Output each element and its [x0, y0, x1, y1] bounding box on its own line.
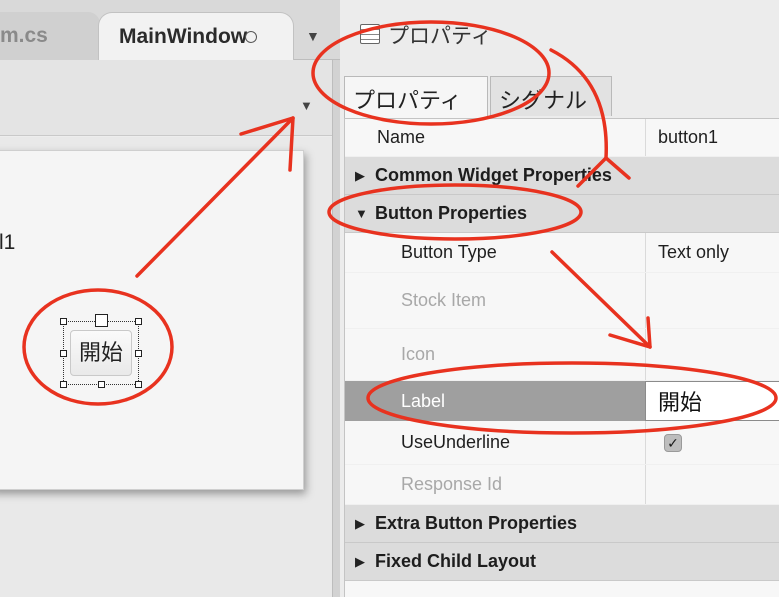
panel-header: プロパティ — [340, 0, 779, 74]
property-list-icon — [360, 24, 380, 44]
properties-pane: プロパティ プロパティ シグナル Name button1 ▶ Common Wi… — [340, 0, 779, 597]
property-name: Response Id — [401, 474, 503, 494]
use-underline-checkbox[interactable]: ✓ — [664, 433, 682, 452]
panel-title: プロパティ — [388, 25, 492, 48]
tab-form-cs[interactable]: m.cs — [0, 12, 100, 60]
icon-value — [645, 329, 779, 380]
property-row-stock-item: Stock Item — [345, 273, 779, 329]
resize-handle[interactable] — [135, 350, 142, 357]
resize-handle[interactable] — [98, 381, 105, 388]
name-value-field[interactable]: button1 — [645, 119, 779, 156]
button-type-select[interactable]: Text only — [645, 233, 779, 272]
designer-toolbar: ▼ — [0, 60, 332, 136]
tab-label: MainWindow — [119, 25, 248, 48]
group-common-widget-properties[interactable]: ▶ Common Widget Properties — [345, 157, 779, 195]
collapse-arrow-icon[interactable]: ▼ — [355, 206, 375, 221]
property-name: Button Type — [401, 242, 497, 262]
group-label: Button Properties — [375, 203, 528, 223]
label-value-input[interactable]: 開始 — [645, 381, 779, 421]
group-label: Extra Button Properties — [375, 513, 578, 533]
property-row-response-id: Response Id — [345, 465, 779, 505]
chevron-down-icon[interactable]: ▼ — [306, 28, 320, 44]
button-selection-frame[interactable]: 開始 — [60, 314, 142, 388]
property-row-name[interactable]: Name button1 — [345, 119, 779, 157]
resize-handle[interactable] — [60, 381, 67, 388]
property-row-icon: Icon — [345, 329, 779, 381]
tab-label: m.cs — [0, 24, 48, 47]
tab-mainwindow[interactable]: MainWindow — [98, 12, 294, 60]
resize-handle[interactable] — [95, 314, 108, 327]
resize-handle[interactable] — [135, 318, 142, 325]
property-grid: Name button1 ▶ Common Widget Properties ▼… — [344, 118, 779, 597]
tab-signals[interactable]: シグナル — [490, 76, 612, 116]
property-row-label[interactable]: Label 開始 — [345, 381, 779, 421]
label-widget[interactable]: l1 — [0, 231, 15, 255]
design-window-preview: l1 開始 — [0, 150, 304, 490]
property-row-button-type[interactable]: Button Type Text only — [345, 233, 779, 273]
group-button-properties[interactable]: ▼ Button Properties — [345, 195, 779, 233]
group-label: Fixed Child Layout — [375, 551, 537, 571]
property-row-use-underline[interactable]: UseUnderline ✓ — [345, 421, 779, 465]
property-name: Label — [401, 390, 446, 411]
pane-splitter[interactable] — [332, 60, 340, 597]
editor-pane: m.cs MainWindow ▼ ▼ l1 開始 — [0, 0, 340, 597]
property-name: Icon — [401, 344, 436, 364]
response-id-value — [645, 465, 779, 504]
property-name: Stock Item — [401, 290, 487, 310]
tab-properties[interactable]: プロパティ — [344, 76, 488, 118]
document-tab-bar: m.cs MainWindow ▼ — [0, 0, 340, 60]
group-fixed-child-layout[interactable]: ▶ Fixed Child Layout — [345, 543, 779, 581]
resize-handle[interactable] — [135, 381, 142, 388]
expand-arrow-icon[interactable]: ▶ — [355, 554, 375, 570]
start-button-widget[interactable]: 開始 — [70, 330, 132, 376]
unsaved-dot-icon[interactable] — [245, 31, 258, 44]
expand-arrow-icon[interactable]: ▶ — [355, 516, 375, 532]
resize-handle[interactable] — [60, 318, 67, 325]
expand-arrow-icon[interactable]: ▶ — [355, 168, 375, 184]
triangle-down-icon[interactable]: ▼ — [300, 98, 313, 113]
resize-handle[interactable] — [60, 350, 67, 357]
property-name: UseUnderline — [401, 432, 511, 452]
group-extra-button-properties[interactable]: ▶ Extra Button Properties — [345, 505, 779, 543]
group-label: Common Widget Properties — [375, 165, 612, 185]
property-name: Name — [377, 127, 426, 147]
stock-item-value — [645, 273, 779, 328]
use-underline-cell: ✓ — [645, 421, 779, 464]
